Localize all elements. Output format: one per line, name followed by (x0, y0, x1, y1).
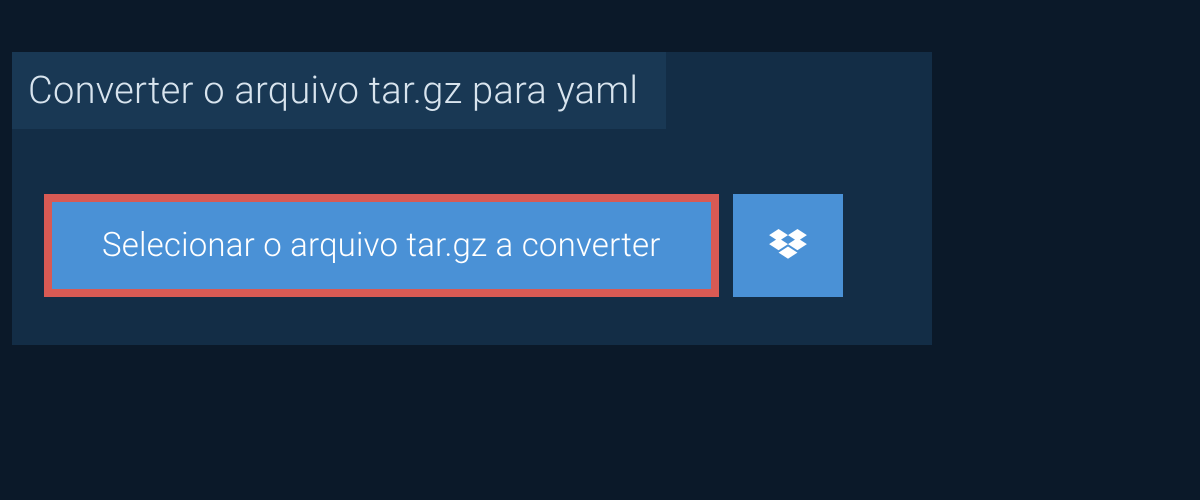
page-title: Converter o arquivo tar.gz para yaml (28, 69, 638, 113)
select-file-label: Selecionar o arquivo tar.gz a converter (102, 226, 661, 265)
select-file-button[interactable]: Selecionar o arquivo tar.gz a converter (44, 194, 719, 297)
dropbox-button[interactable] (733, 194, 843, 297)
button-row: Selecionar o arquivo tar.gz a converter (44, 194, 843, 297)
title-bar: Converter o arquivo tar.gz para yaml (12, 52, 666, 129)
dropbox-icon (769, 229, 807, 263)
